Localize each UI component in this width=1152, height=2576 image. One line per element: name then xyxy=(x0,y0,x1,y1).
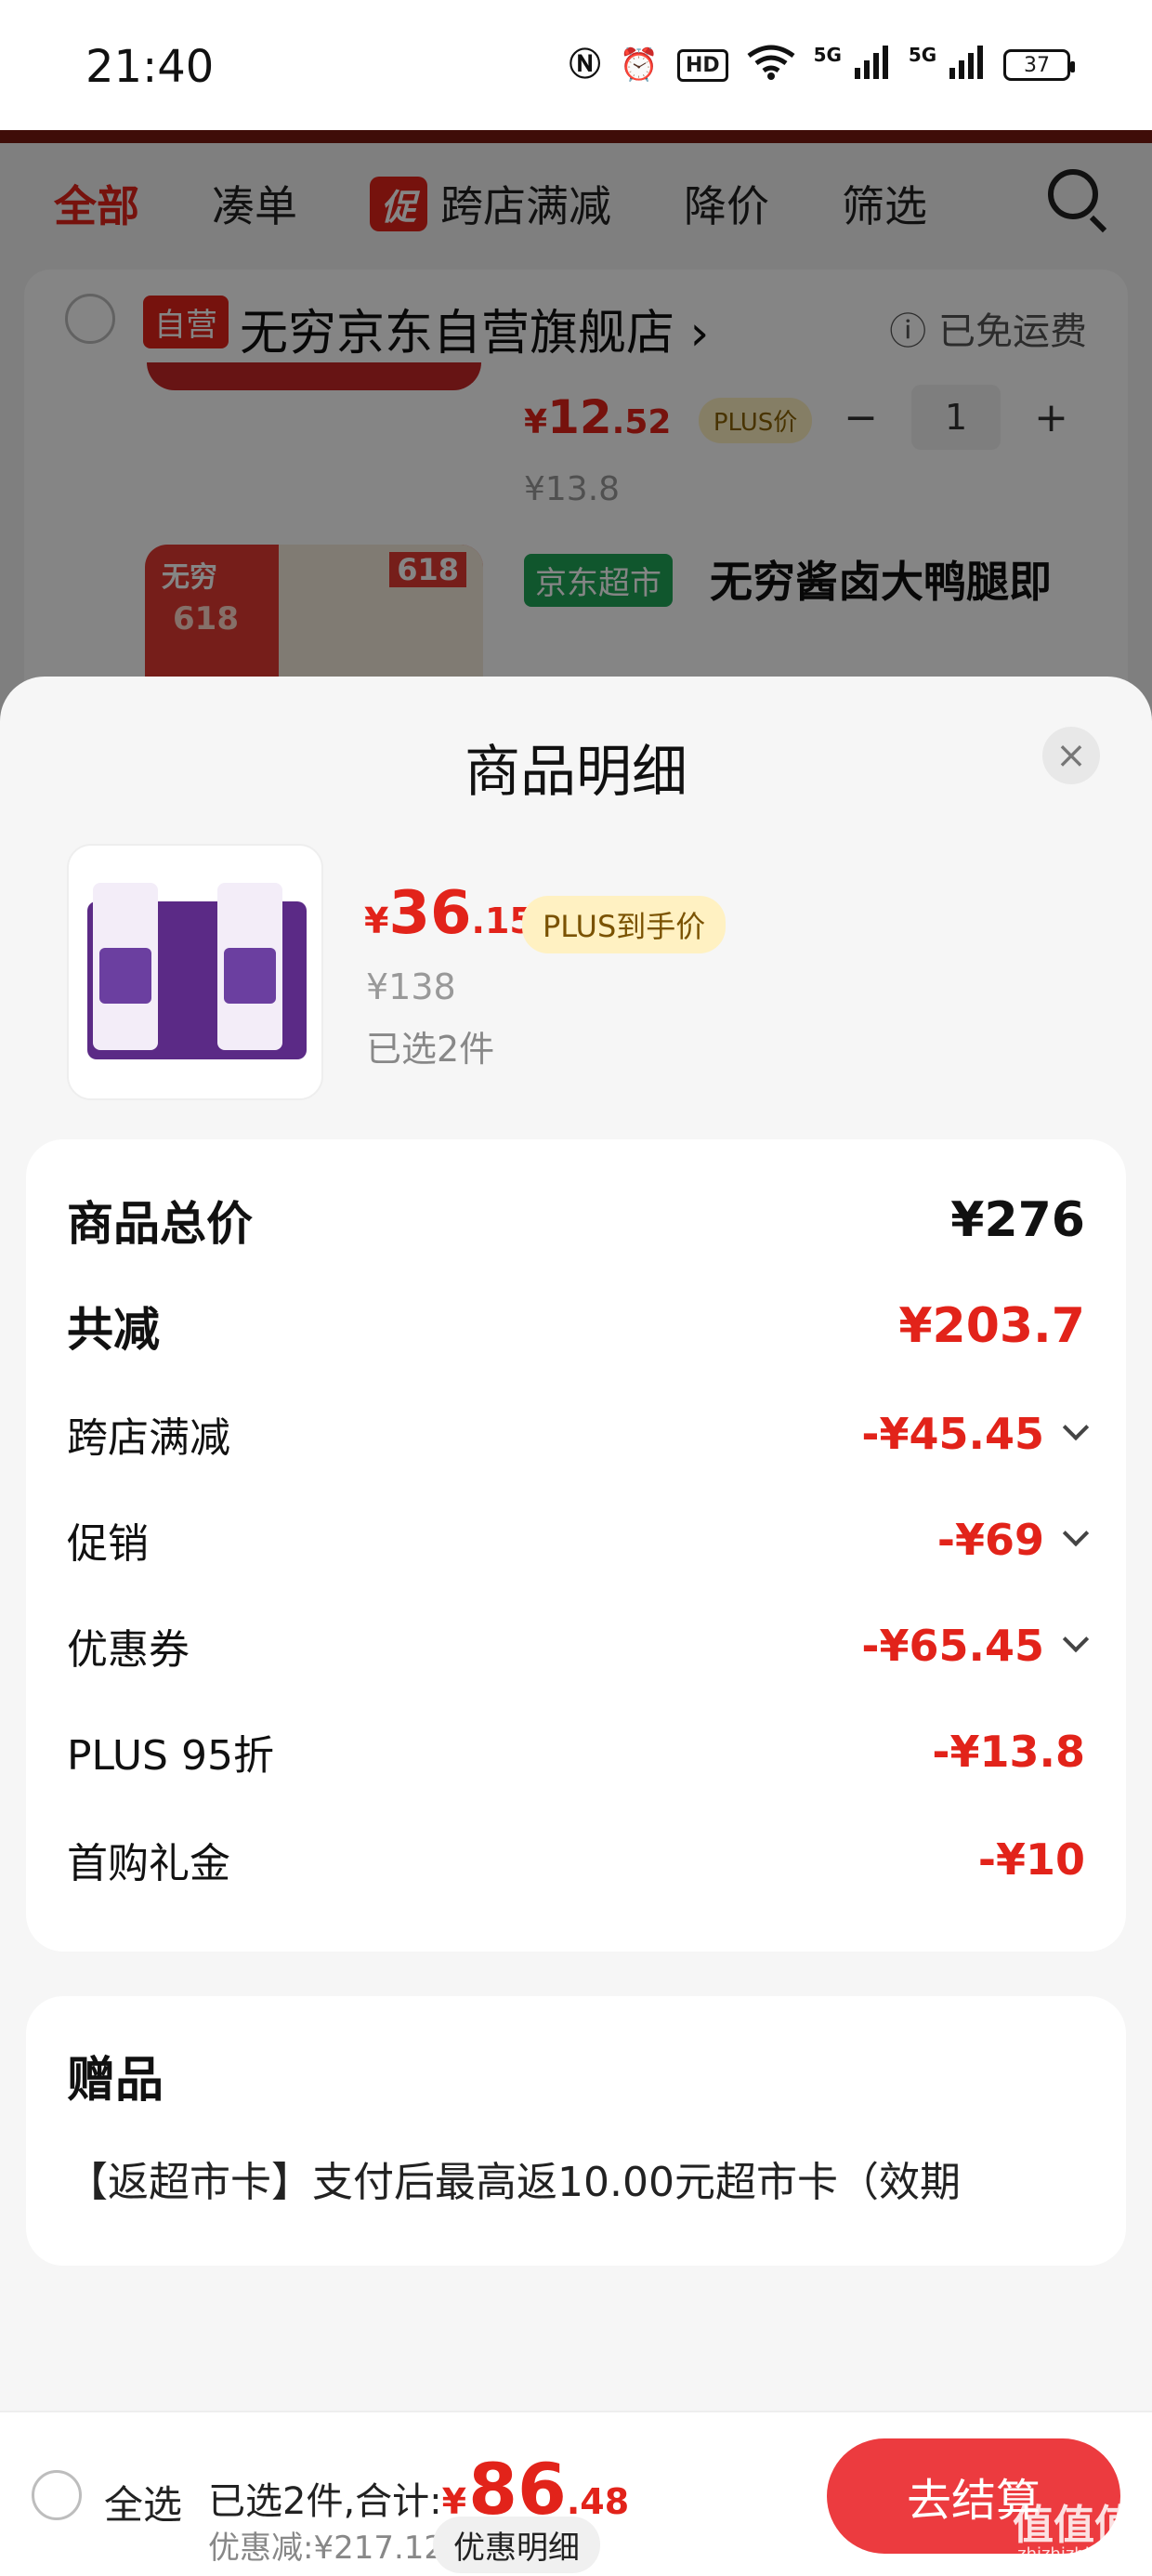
discount-label: 优惠券 xyxy=(67,1626,190,1674)
price-breakdown-card: 商品总价 ¥276 共减 ¥203.7 跨店满减 -¥45.45 促销 -¥69… xyxy=(26,1139,1126,1952)
discount-value: -¥45.45 xyxy=(861,1409,1044,1459)
currency-symbol: ¥ xyxy=(364,900,389,941)
total-reduction-row: 共减 ¥203.7 xyxy=(67,1294,1085,1359)
gift-card: 赠品 【返超市卡】支付后最高返10.00元超市卡（效期 xyxy=(26,1996,1126,2266)
watermark-logo: 值值值 zhizhizhi.com xyxy=(1013,2505,1135,2563)
discount-value: -¥13.8 xyxy=(932,1727,1085,1777)
total-reduction-value: ¥203.7 xyxy=(898,1298,1085,1354)
status-icons: Ⓝ ⏰ HD 5G 5G 37 xyxy=(569,45,1075,85)
select-all-radio[interactable] xyxy=(32,2470,82,2520)
total-price-row: 商品总价 ¥276 xyxy=(67,1188,1085,1253)
signal-5g-icon: 5G xyxy=(814,46,890,85)
watermark-text: 值值值 xyxy=(1013,2502,1135,2549)
wifi-icon xyxy=(747,45,795,85)
total-price-label: 商品总价 xyxy=(67,1197,253,1251)
chevron-down-icon xyxy=(1062,1519,1090,1547)
status-bar: 21:40 Ⓝ ⏰ HD 5G 5G 37 xyxy=(0,0,1152,130)
alarm-icon: ⏰ xyxy=(619,46,659,84)
discount-label: 促销 xyxy=(67,1520,149,1568)
discount-row-plus: PLUS 95折 -¥13.8 xyxy=(67,1719,1085,1784)
modal-overlay[interactable] xyxy=(0,130,1152,725)
discount-label: PLUS 95折 xyxy=(67,1732,274,1780)
hd-icon: HD xyxy=(676,48,728,82)
gift-description: 【返超市卡】支付后最高返10.00元超市卡（效期 xyxy=(67,2159,961,2206)
gift-title: 赠品 xyxy=(67,2053,164,2109)
battery-icon: 37 xyxy=(1003,49,1075,81)
carton-label xyxy=(99,948,151,1004)
signal-5g-icon: 5G xyxy=(909,46,985,85)
chevron-down-icon xyxy=(1062,1413,1090,1441)
discount-value: -¥69 xyxy=(936,1515,1044,1565)
select-all-label[interactable]: 全选 xyxy=(104,2474,182,2530)
watermark-site: zhizhizhi.com xyxy=(1017,2544,1131,2564)
total-prefix: 已选2件,合计: xyxy=(208,2480,442,2523)
selected-count: 已选2件 xyxy=(366,1029,495,1070)
sheet-title: 商品明细 xyxy=(465,740,687,805)
chevron-down-icon xyxy=(1062,1625,1090,1653)
discount-row-cross-store[interactable]: 跨店满减 -¥45.45 xyxy=(67,1401,1090,1466)
discount-value: -¥65.45 xyxy=(861,1621,1044,1671)
total-reduction-label: 共减 xyxy=(67,1303,160,1357)
product-original-price: ¥138 xyxy=(366,966,456,1007)
discount-value: -¥10 xyxy=(977,1834,1085,1885)
product-price: ¥36.15 xyxy=(364,879,534,948)
carton-label xyxy=(224,948,276,1004)
discount-label: 跨店满减 xyxy=(67,1414,230,1462)
plus-final-price-badge: PLUS到手价 xyxy=(522,896,727,953)
savings-text: 优惠减:¥217.12 xyxy=(208,2530,445,2567)
status-time: 21:40 xyxy=(85,41,215,93)
close-button[interactable]: × xyxy=(1042,727,1100,784)
discount-row-promotion[interactable]: 促销 -¥69 xyxy=(67,1507,1090,1572)
checkout-bar: 全选 已选2件,合计: ¥ 86 .48 优惠减:¥217.12 优惠明细 去结… xyxy=(0,2411,1152,2576)
discount-detail-button[interactable]: 优惠明细 xyxy=(433,2517,600,2573)
product-image xyxy=(67,844,323,1100)
total-price-value: ¥276 xyxy=(950,1192,1085,1248)
nfc-icon: Ⓝ xyxy=(569,46,601,84)
price-detail-sheet: 商品明细 × ¥36.15 PLUS到手价 ¥138 已选2件 商品总价 ¥27… xyxy=(0,677,1152,2576)
close-icon: × xyxy=(1055,734,1087,777)
discount-row-coupon[interactable]: 优惠券 -¥65.45 xyxy=(67,1613,1090,1678)
price-integer: 36 xyxy=(388,879,472,948)
discount-label: 首购礼金 xyxy=(67,1840,230,1887)
network-type-label: 5G xyxy=(813,44,842,66)
network-type-label: 5G xyxy=(908,44,937,66)
discount-row-first-purchase: 首购礼金 -¥10 xyxy=(67,1827,1085,1892)
